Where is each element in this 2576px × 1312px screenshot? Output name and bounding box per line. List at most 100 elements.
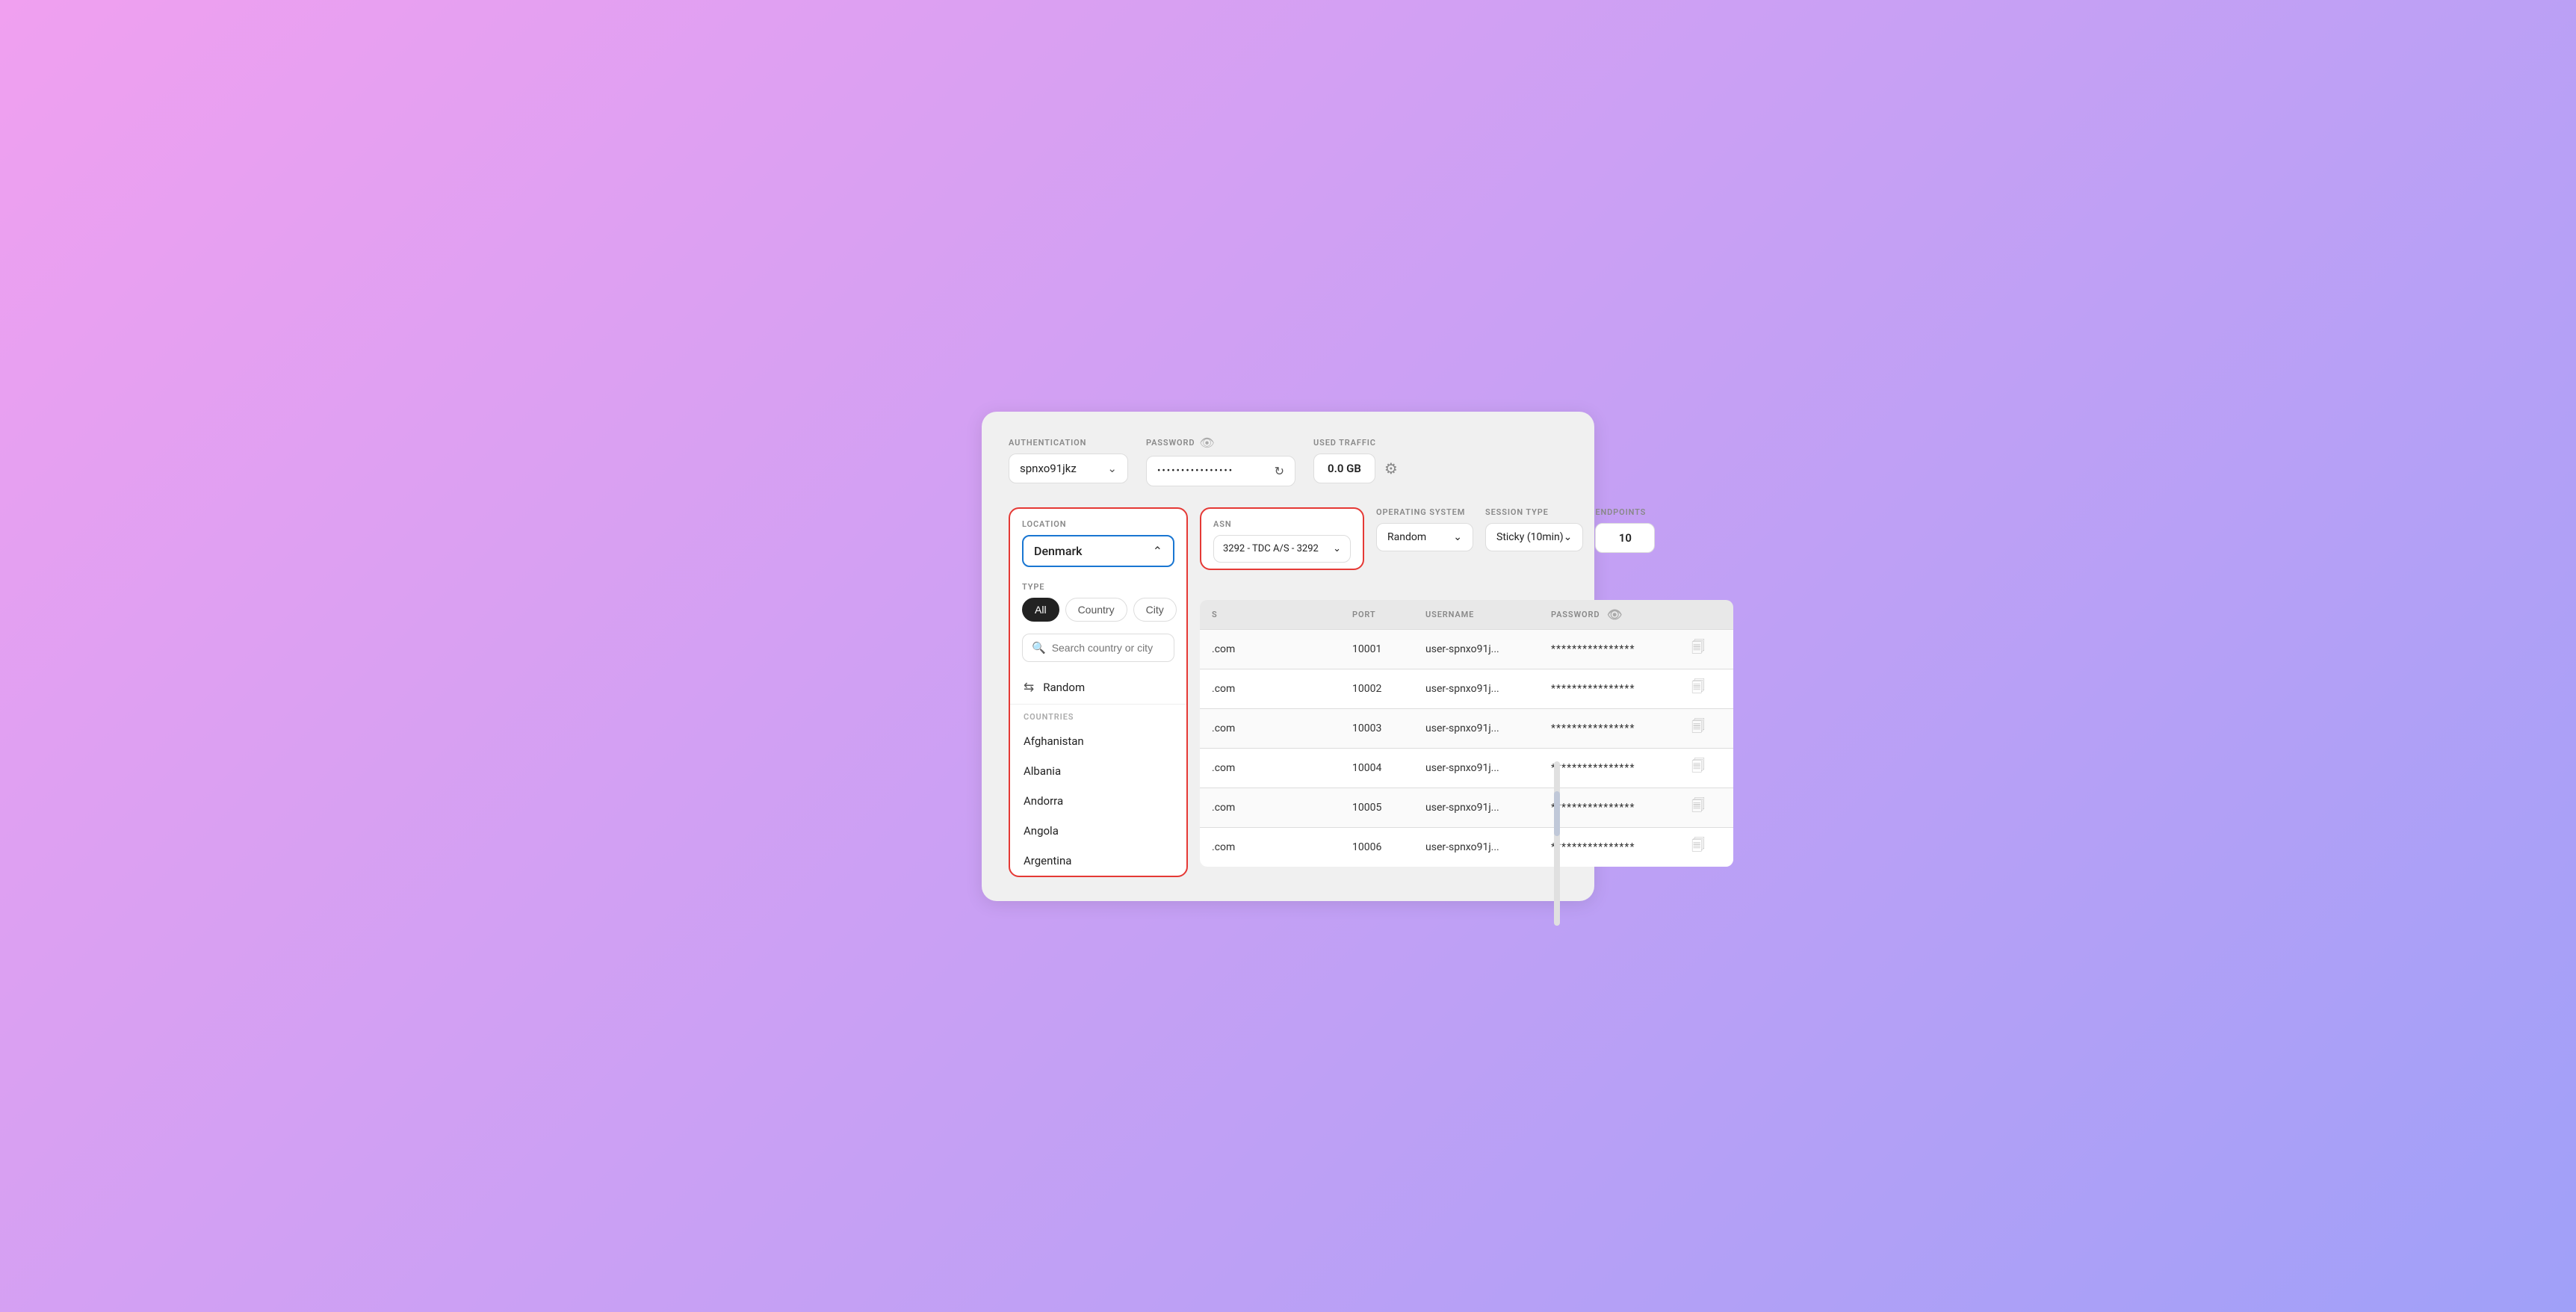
os-select[interactable]: Random ⌄ <box>1376 523 1473 551</box>
copy-icon[interactable]: 🗐 <box>1691 678 1721 700</box>
dropdown-list: ⇆ Random COUNTRIES Afghanistan Albania A… <box>1010 668 1186 876</box>
search-icon: 🔍 <box>1032 641 1046 655</box>
copy-icon[interactable]: 🗐 <box>1691 836 1721 858</box>
cell-port: 10006 <box>1352 836 1419 858</box>
col-username: USERNAME <box>1425 607 1545 622</box>
random-label: Random <box>1043 681 1085 694</box>
location-panel: LOCATION Denmark ⌃ TYPE All Country City… <box>1009 507 1188 877</box>
password-eye-icon[interactable]: 👁︎ <box>1199 436 1214 450</box>
cell-port: 10002 <box>1352 678 1419 700</box>
auth-group: AUTHENTICATION spnxo91jkz ⌄ <box>1009 438 1128 483</box>
password-label: PASSWORD <box>1146 438 1195 448</box>
asn-label: ASN <box>1213 519 1351 529</box>
list-item[interactable]: Angola <box>1010 816 1186 846</box>
session-panel: SESSION TYPE Sticky (10min) ⌄ <box>1485 507 1583 551</box>
os-label: OPERATING SYSTEM <box>1376 507 1473 517</box>
traffic-value: 0.0 GB <box>1328 462 1361 475</box>
cell-server: .com <box>1212 757 1346 779</box>
cell-password: **************** <box>1551 757 1685 779</box>
cell-username: user-spnxo91j... <box>1425 638 1545 660</box>
auth-label: AUTHENTICATION <box>1009 438 1128 448</box>
asn-panel: ASN 3292 - TDC A/S - 3292 ⌄ <box>1200 507 1364 570</box>
type-label: TYPE <box>1022 582 1174 592</box>
table-row: .com 10003 user-spnxo91j... ************… <box>1200 708 1733 748</box>
cell-password: **************** <box>1551 638 1685 660</box>
copy-icon[interactable]: 🗐 <box>1691 757 1721 779</box>
location-header: LOCATION Denmark ⌃ <box>1010 509 1186 573</box>
table-row: .com 10004 user-spnxo91j... ************… <box>1200 748 1733 787</box>
cell-port: 10003 <box>1352 717 1419 740</box>
password-group: PASSWORD 👁︎ •••••••••••••••• ↻ <box>1146 436 1295 486</box>
cell-port: 10001 <box>1352 638 1419 660</box>
cell-username: user-spnxo91j... <box>1425 678 1545 700</box>
copy-icon[interactable]: 🗐 <box>1691 796 1721 819</box>
cell-server: .com <box>1212 796 1346 819</box>
cell-username: user-spnxo91j... <box>1425 836 1545 858</box>
copy-icon[interactable]: 🗐 <box>1691 717 1721 740</box>
main-container: AUTHENTICATION spnxo91jkz ⌄ PASSWORD 👁︎ … <box>982 412 1594 901</box>
asn-select[interactable]: 3292 - TDC A/S - 3292 ⌄ <box>1213 535 1351 563</box>
endpoints-input[interactable]: 10 <box>1595 523 1655 553</box>
password-control[interactable]: •••••••••••••••• ↻ <box>1146 456 1295 486</box>
cell-password: **************** <box>1551 717 1685 740</box>
location-label: LOCATION <box>1022 519 1174 529</box>
chevron-up-icon: ⌃ <box>1153 544 1162 558</box>
type-country-button[interactable]: Country <box>1065 598 1127 622</box>
session-label: SESSION TYPE <box>1485 507 1583 517</box>
type-city-button[interactable]: City <box>1133 598 1177 622</box>
auth-control[interactable]: spnxo91jkz ⌄ <box>1009 454 1128 483</box>
endpoints-panel: ENDPOINTS 10 <box>1595 507 1655 553</box>
countries-label: COUNTRIES <box>1010 705 1186 726</box>
cell-server: .com <box>1212 836 1346 858</box>
session-value: Sticky (10min) <box>1496 531 1564 543</box>
cell-username: user-spnxo91j... <box>1425 757 1545 779</box>
col-port: PORT <box>1352 607 1419 622</box>
traffic-control: 0.0 GB <box>1313 454 1375 483</box>
type-buttons: All Country City <box>1022 598 1174 622</box>
cell-password: **************** <box>1551 796 1685 819</box>
table-area: S PORT USERNAME PASSWORD 👁︎ .com 10001 u… <box>1200 600 1733 867</box>
traffic-label: USED TRAFFIC <box>1313 438 1398 448</box>
cell-server: .com <box>1212 678 1346 700</box>
type-section: TYPE All Country City <box>1010 573 1186 628</box>
auth-chevron-icon: ⌄ <box>1107 462 1117 475</box>
auth-value: spnxo91jkz <box>1020 462 1077 475</box>
search-input[interactable] <box>1052 642 1187 654</box>
refresh-icon[interactable]: ↻ <box>1275 464 1284 478</box>
location-value: Denmark <box>1034 544 1082 558</box>
scrollbar[interactable] <box>1554 761 1560 926</box>
endpoints-label: ENDPOINTS <box>1595 507 1655 517</box>
random-item[interactable]: ⇆ Random <box>1010 671 1186 705</box>
scrollbar-thumb[interactable] <box>1554 791 1560 836</box>
list-item[interactable]: Andorra <box>1010 786 1186 816</box>
cell-username: user-spnxo91j... <box>1425 796 1545 819</box>
os-panel: OPERATING SYSTEM Random ⌄ <box>1376 507 1473 551</box>
col-copy <box>1691 607 1721 622</box>
session-select[interactable]: Sticky (10min) ⌄ <box>1485 523 1583 551</box>
cell-port: 10004 <box>1352 757 1419 779</box>
list-item[interactable]: Albania <box>1010 756 1186 786</box>
table-row: .com 10002 user-spnxo91j... ************… <box>1200 669 1733 708</box>
list-item[interactable]: Afghanistan <box>1010 726 1186 756</box>
cell-port: 10005 <box>1352 796 1419 819</box>
col-password: PASSWORD 👁︎ <box>1551 607 1685 622</box>
cell-password: **************** <box>1551 836 1685 858</box>
top-bar: AUTHENTICATION spnxo91jkz ⌄ PASSWORD 👁︎ … <box>1009 436 1567 486</box>
asn-header: ASN 3292 - TDC A/S - 3292 ⌄ <box>1201 509 1363 569</box>
cell-server: .com <box>1212 717 1346 740</box>
table-row: .com 10001 user-spnxo91j... ************… <box>1200 629 1733 669</box>
list-item[interactable]: Argentina <box>1010 846 1186 876</box>
traffic-group: USED TRAFFIC 0.0 GB ⚙ <box>1313 438 1398 483</box>
cell-username: user-spnxo91j... <box>1425 717 1545 740</box>
cell-server: .com <box>1212 638 1346 660</box>
settings-icon[interactable]: ⚙ <box>1384 459 1398 477</box>
cell-password: **************** <box>1551 678 1685 700</box>
search-box: 🔍 <box>1022 634 1174 662</box>
col-server: S <box>1212 607 1346 622</box>
table-row: .com 10006 user-spnxo91j... ************… <box>1200 827 1733 867</box>
copy-icon[interactable]: 🗐 <box>1691 638 1721 660</box>
location-select[interactable]: Denmark ⌃ <box>1022 535 1174 567</box>
table-password-eye-icon[interactable]: 👁︎ <box>1607 607 1623 622</box>
type-all-button[interactable]: All <box>1022 598 1059 622</box>
random-icon: ⇆ <box>1024 680 1034 695</box>
